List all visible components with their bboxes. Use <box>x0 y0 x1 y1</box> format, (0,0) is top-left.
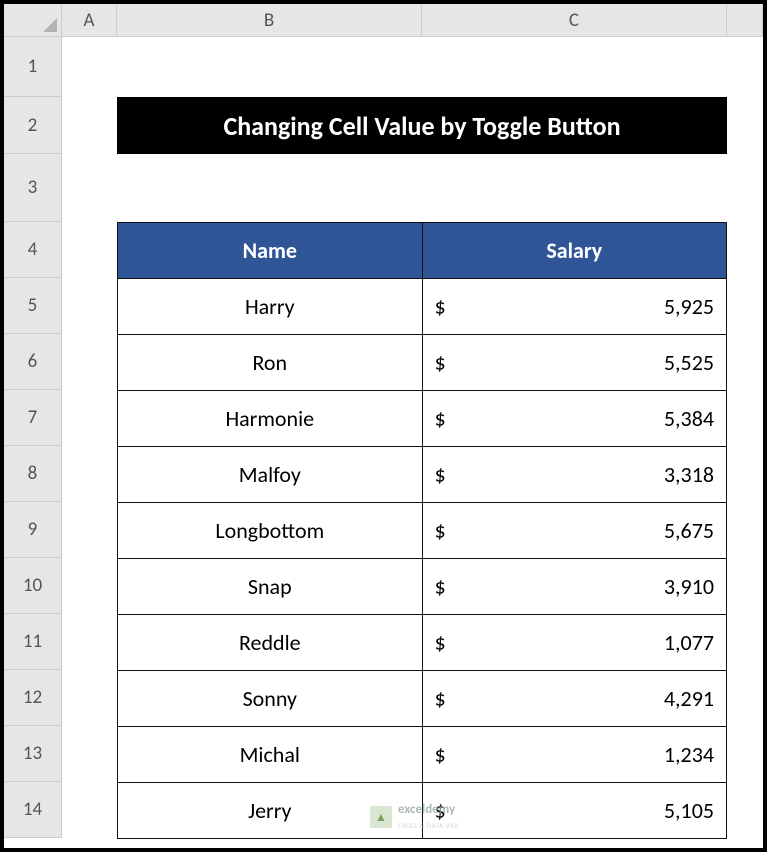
table-row: Malfoy$3,318 <box>118 447 727 503</box>
cell-name[interactable]: Harry <box>118 279 423 335</box>
header-name[interactable]: Name <box>118 223 423 279</box>
currency-symbol: $ <box>435 573 446 600</box>
column-headers: A B C <box>62 4 763 37</box>
currency-symbol: $ <box>435 685 446 712</box>
column-header-blank[interactable] <box>727 4 763 36</box>
row-header-5[interactable]: 5 <box>4 278 61 334</box>
table-row: Reddle$1,077 <box>118 615 727 671</box>
table-row: Snap$3,910 <box>118 559 727 615</box>
cell-name[interactable]: Longbottom <box>118 503 423 559</box>
cell-salary[interactable]: $5,675 <box>422 503 726 559</box>
row-header-4[interactable]: 4 <box>4 222 61 278</box>
row-header-11[interactable]: 11 <box>4 614 61 670</box>
table-row: Longbottom$5,675 <box>118 503 727 559</box>
header-salary[interactable]: Salary <box>422 223 726 279</box>
currency-symbol: $ <box>435 517 446 544</box>
currency-symbol: $ <box>435 797 446 824</box>
page-title: Changing Cell Value by Toggle Button <box>117 97 727 154</box>
row-headers: 1 2 3 4 5 6 7 8 9 10 11 12 13 14 <box>4 37 62 838</box>
cell-name[interactable]: Snap <box>118 559 423 615</box>
row-header-10[interactable]: 10 <box>4 558 61 614</box>
row-header-1[interactable]: 1 <box>4 37 61 97</box>
row-header-7[interactable]: 7 <box>4 390 61 446</box>
cell-salary[interactable]: $5,525 <box>422 335 726 391</box>
salary-value: 4,291 <box>664 685 714 712</box>
table-header-row: Name Salary <box>118 223 727 279</box>
salary-value: 3,910 <box>664 573 714 600</box>
currency-symbol: $ <box>435 349 446 376</box>
cell-salary[interactable]: $3,910 <box>422 559 726 615</box>
table-row: Jerry$5,105 <box>118 783 727 839</box>
cell-name[interactable]: Malfoy <box>118 447 423 503</box>
salary-value: 1,077 <box>664 629 714 656</box>
salary-value: 5,925 <box>664 293 714 320</box>
row-header-3[interactable]: 3 <box>4 154 61 222</box>
row-header-8[interactable]: 8 <box>4 446 61 502</box>
cell-salary[interactable]: $1,234 <box>422 727 726 783</box>
salary-value: 5,105 <box>664 797 714 824</box>
table-row: Sonny$4,291 <box>118 671 727 727</box>
cell-salary[interactable]: $3,318 <box>422 447 726 503</box>
salary-value: 5,384 <box>664 405 714 432</box>
table-row: Michal$1,234 <box>118 727 727 783</box>
worksheet-area[interactable]: Changing Cell Value by Toggle Button Nam… <box>62 37 763 848</box>
cell-salary[interactable]: $4,291 <box>422 671 726 727</box>
row-header-14[interactable]: 14 <box>4 782 61 838</box>
cell-salary[interactable]: $5,925 <box>422 279 726 335</box>
cell-name[interactable]: Harmonie <box>118 391 423 447</box>
row-header-9[interactable]: 9 <box>4 502 61 558</box>
currency-symbol: $ <box>435 741 446 768</box>
select-all-triangle[interactable] <box>4 4 62 37</box>
data-table: Name Salary Harry$5,925Ron$5,525Harmonie… <box>117 222 727 839</box>
salary-value: 5,525 <box>664 349 714 376</box>
row-header-12[interactable]: 12 <box>4 670 61 726</box>
row-header-2[interactable]: 2 <box>4 97 61 154</box>
row-header-13[interactable]: 13 <box>4 726 61 782</box>
salary-value: 1,234 <box>664 741 714 768</box>
table-row: Harry$5,925 <box>118 279 727 335</box>
cell-salary[interactable]: $5,384 <box>422 391 726 447</box>
currency-symbol: $ <box>435 461 446 488</box>
cell-salary[interactable]: $5,105 <box>422 783 726 839</box>
table-row: Harmonie$5,384 <box>118 391 727 447</box>
salary-value: 5,675 <box>664 517 714 544</box>
cell-name[interactable]: Sonny <box>118 671 423 727</box>
cell-name[interactable]: Michal <box>118 727 423 783</box>
cell-salary[interactable]: $1,077 <box>422 615 726 671</box>
currency-symbol: $ <box>435 629 446 656</box>
cell-name[interactable]: Reddle <box>118 615 423 671</box>
column-header-a[interactable]: A <box>62 4 117 36</box>
column-header-b[interactable]: B <box>117 4 422 36</box>
table-row: Ron$5,525 <box>118 335 727 391</box>
cell-name[interactable]: Jerry <box>118 783 423 839</box>
column-header-c[interactable]: C <box>422 4 727 36</box>
currency-symbol: $ <box>435 405 446 432</box>
currency-symbol: $ <box>435 293 446 320</box>
salary-value: 3,318 <box>664 461 714 488</box>
row-header-6[interactable]: 6 <box>4 334 61 390</box>
cell-name[interactable]: Ron <box>118 335 423 391</box>
